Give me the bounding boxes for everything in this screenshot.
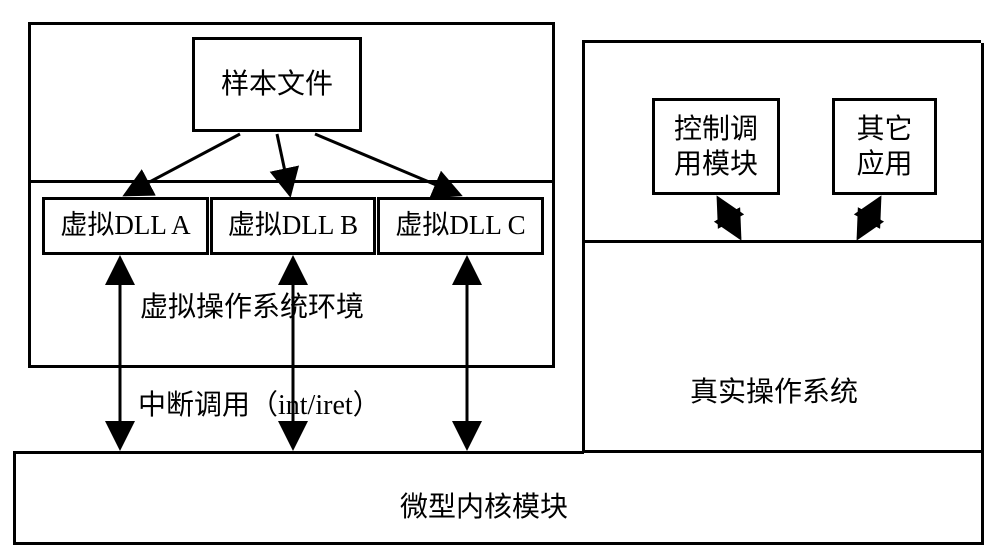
other-app-label: 其它 应用 [856,112,912,182]
real-os-text: 真实操作系统 [690,375,858,410]
microkernel-text: 微型内核模块 [400,490,568,525]
microkernel-left-border-restore [13,451,16,545]
dll-c-label: 虚拟DLL C [395,211,525,241]
outer-right-hide [981,8,984,43]
diagram-root: 样本文件 虚拟DLL A 虚拟DLL B 虚拟DLL C 虚拟操作系统环境 中断… [0,0,1000,559]
control-module-box: 控制调 用模块 [652,98,780,195]
outer-top-hide [13,8,984,11]
outer-left-hide2 [13,8,16,451]
virtual-env-text-span: 虚拟操作系统环境 [140,292,364,323]
other-app-box: 其它 应用 [832,98,937,195]
dll-b-label: 虚拟DLL B [228,211,358,241]
microkernel-step-h [16,451,584,454]
dll-c-box: 虚拟DLL C [377,197,544,255]
control-module-label: 控制调 用模块 [674,112,758,182]
real-os-text-span: 真实操作系统 [690,377,858,408]
interrupt-text-span: 中断调用（int/iret） [138,390,381,421]
sample-file-box: 样本文件 [192,37,362,132]
virtual-env-text: 虚拟操作系统环境 [140,290,364,325]
virtual-env-divider [31,180,552,183]
sample-file-label: 样本文件 [221,67,333,102]
real-os-divider [585,240,981,243]
microkernel-text-span: 微型内核模块 [400,492,568,523]
dll-b-box: 虚拟DLL B [210,197,376,255]
interrupt-text: 中断调用（int/iret） [138,388,381,423]
dll-a-label: 虚拟DLL A [60,211,190,241]
dll-a-box: 虚拟DLL A [42,197,209,255]
